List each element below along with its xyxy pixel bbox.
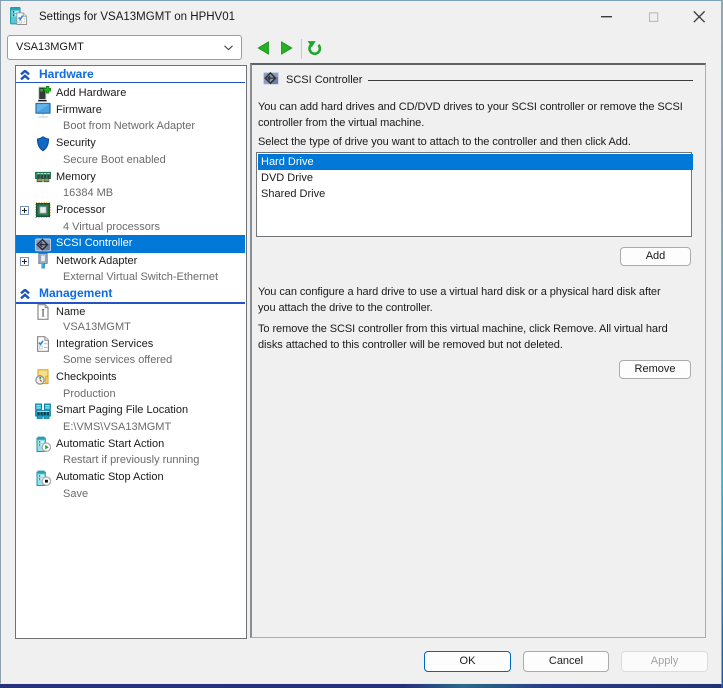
svg-text:I: I [41,308,45,320]
